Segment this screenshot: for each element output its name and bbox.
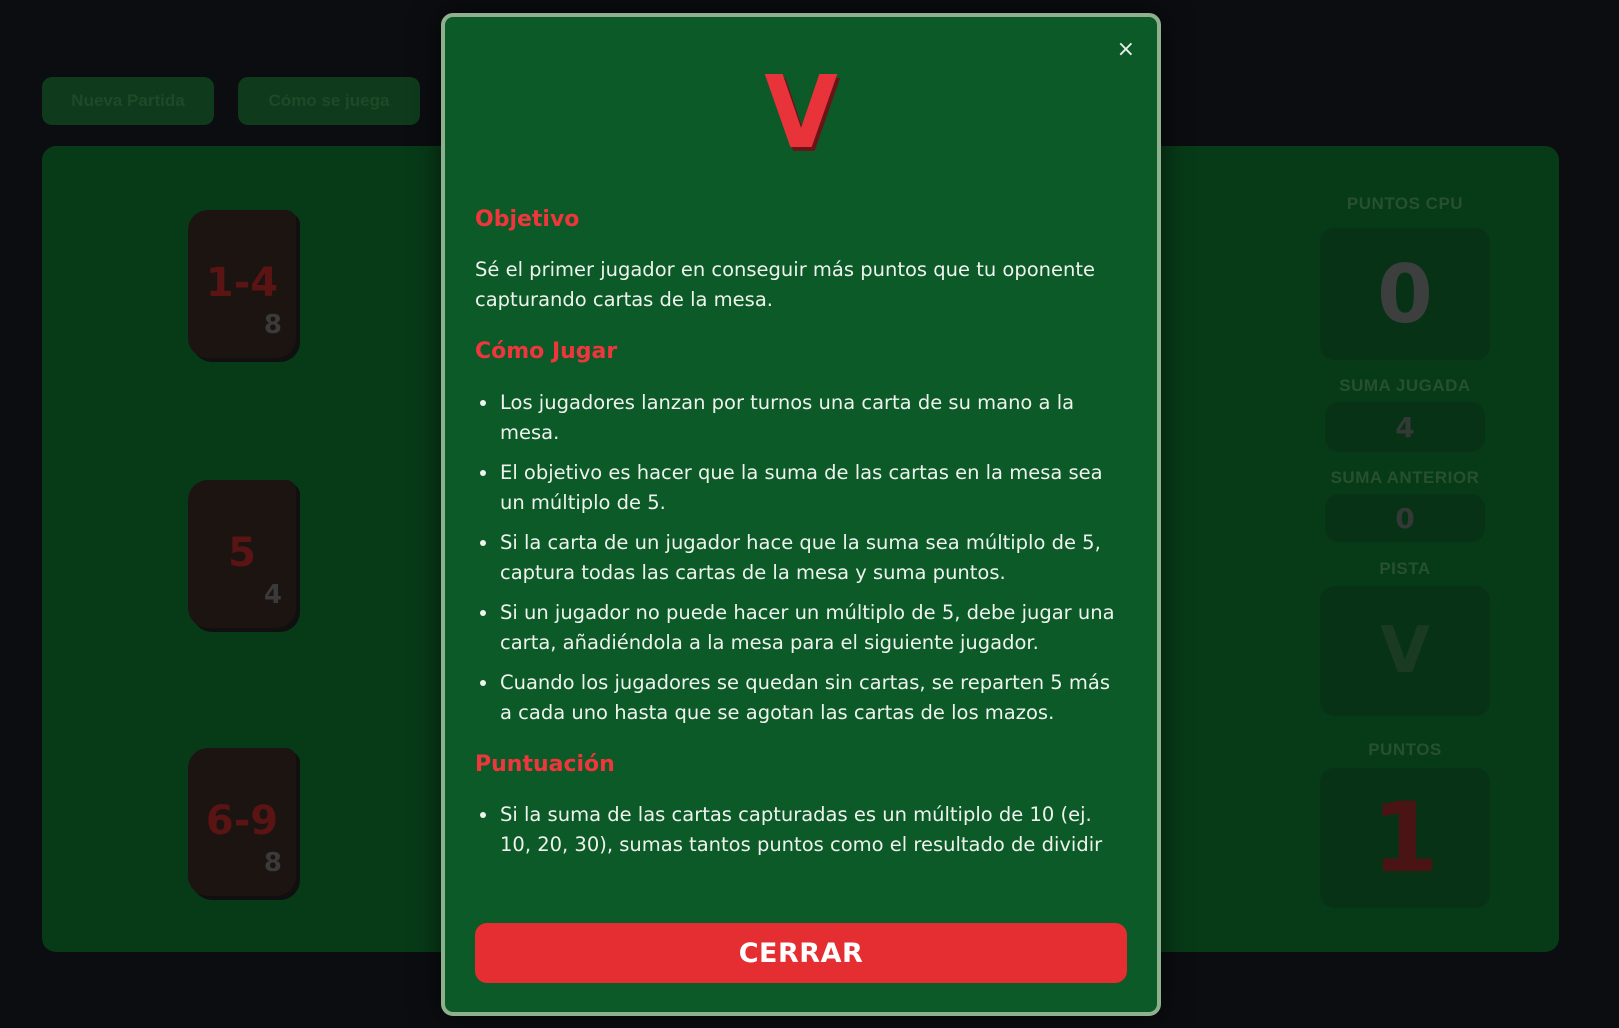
rules-content[interactable]: Objetivo Sé el primer jugador en consegu… (475, 207, 1127, 897)
list-item: El objetivo es hacer que la suma de las … (475, 458, 1127, 518)
list-item: Cuando los jugadores se quedan sin carta… (475, 668, 1127, 728)
scoring-list: Si la suma de las cartas capturadas es u… (475, 800, 1127, 860)
list-item: Si la suma de las cartas capturadas es u… (475, 800, 1127, 860)
how-to-play-heading: Cómo Jugar (475, 339, 618, 365)
close-button[interactable]: CERRAR (475, 923, 1127, 983)
list-item: Si un jugador no puede hacer un múltiplo… (475, 598, 1127, 658)
rules-modal: × V Objetivo Sé el primer jugador en con… (441, 13, 1161, 1016)
objective-text: Sé el primer jugador en conseguir más pu… (475, 258, 1095, 312)
scoring-heading: Puntuación (475, 751, 615, 777)
game-logo: V (764, 54, 838, 171)
list-item: Si la carta de un jugador hace que la su… (475, 528, 1127, 588)
close-icon[interactable]: × (1117, 37, 1135, 62)
objective-heading: Objetivo (475, 207, 580, 232)
how-to-play-list: Los jugadores lanzan por turnos una cart… (475, 388, 1127, 728)
list-item: Los jugadores lanzan por turnos una cart… (475, 388, 1127, 448)
